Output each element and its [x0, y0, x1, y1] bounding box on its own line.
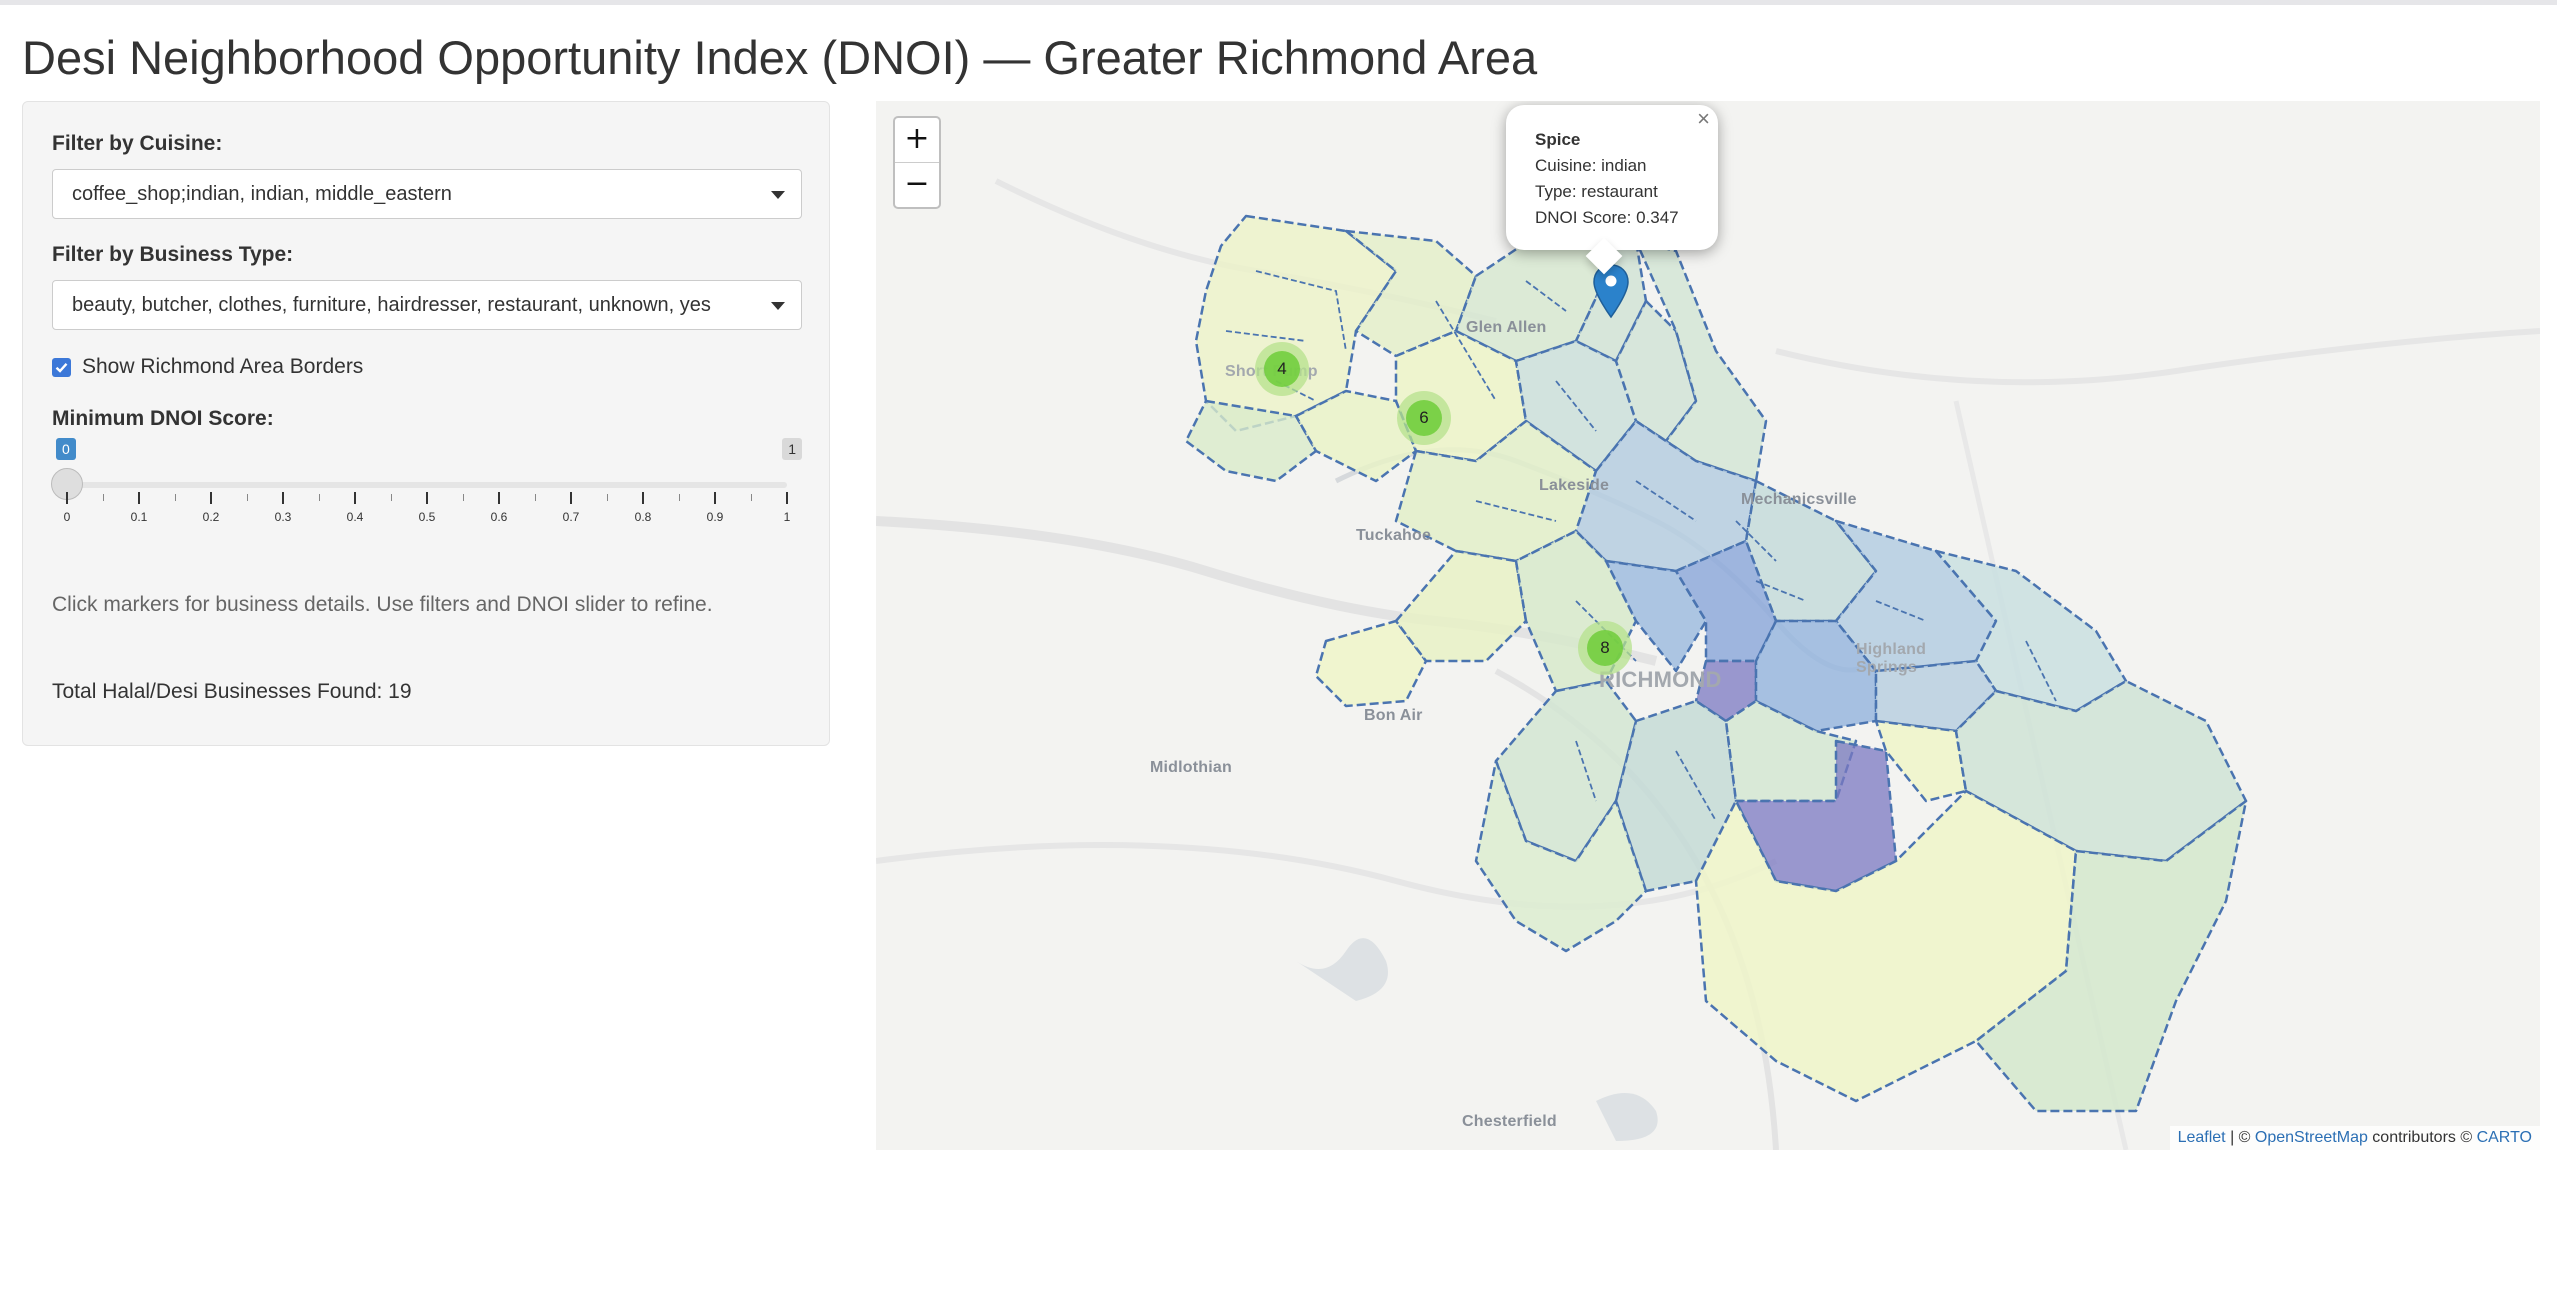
map-view[interactable]: Glen Allen Short Pump Lakeside Mechanics…	[876, 101, 2540, 1150]
slider-minor-tick	[535, 494, 536, 501]
zoom-in-button[interactable]: +	[895, 118, 939, 162]
slider-tick-label: 0.2	[202, 510, 220, 524]
zoom-control: + −	[893, 116, 941, 209]
popup-score: DNOI Score: 0.347	[1535, 208, 1679, 227]
help-text: Click markers for business details. Use …	[52, 593, 713, 616]
total-businesses-text: Total Halal/Desi Businesses Found: 19	[52, 680, 412, 703]
popup-body: Spice Cuisine: indian Type: restaurant D…	[1535, 127, 1718, 231]
cluster-count: 4	[1264, 351, 1300, 387]
slider-tick	[714, 492, 716, 504]
slider-tick	[210, 492, 212, 504]
place-label-mechanicsville: Mechanicsville	[1741, 491, 1857, 508]
cluster-marker[interactable]: 4	[1255, 342, 1309, 396]
slider-minor-tick	[247, 494, 248, 501]
popup-cuisine: Cuisine: indian	[1535, 156, 1647, 175]
top-bar	[0, 0, 2557, 5]
place-label-bon-air: Bon Air	[1364, 707, 1423, 724]
dnoi-slider[interactable]: 0 1 0 0.1 0.2 0.3 0.4 0.5 0.6 0.7 0.8 0.9 1	[51, 438, 802, 528]
slider-tick-label: 0.5	[418, 510, 436, 524]
map-pin-icon	[1593, 264, 1629, 319]
slider-tick-label: 1	[783, 510, 791, 524]
business-map-marker[interactable]	[1592, 263, 1630, 324]
sidebar-panel: Filter by Cuisine: coffee_shop;indian, i…	[22, 101, 830, 746]
check-icon	[55, 362, 68, 373]
place-label-lakeside: Lakeside	[1539, 477, 1610, 494]
slider-minor-tick	[391, 494, 392, 501]
place-label-tuckahoe: Tuckahoe	[1356, 527, 1432, 544]
popup-type: Type: restaurant	[1535, 182, 1658, 201]
slider-minor-tick	[319, 494, 320, 501]
business-type-filter-value: beauty, butcher, clothes, furniture, hai…	[72, 294, 711, 316]
slider-tick	[66, 492, 68, 504]
slider-minor-tick	[463, 494, 464, 501]
page-title: Desi Neighborhood Opportunity Index (DNO…	[22, 31, 1538, 84]
slider-tick-label: 0.3	[274, 510, 292, 524]
popup-business-name: Spice	[1535, 130, 1581, 149]
osm-link[interactable]: OpenStreetMap	[2255, 1129, 2368, 1146]
cuisine-filter-label: Filter by Cuisine:	[52, 132, 223, 155]
slider-track[interactable]	[67, 482, 787, 488]
borders-checkbox-label: Show Richmond Area Borders	[82, 355, 364, 378]
business-type-filter-select[interactable]: beauty, butcher, clothes, furniture, hai…	[52, 280, 802, 330]
slider-minor-tick	[175, 494, 176, 501]
slider-tick-label: 0	[63, 510, 71, 524]
slider-minor-tick	[751, 494, 752, 501]
cluster-count: 6	[1406, 400, 1442, 436]
slider-tick	[354, 492, 356, 504]
chevron-down-icon	[771, 302, 785, 310]
zoom-out-button[interactable]: −	[895, 162, 939, 207]
slider-tick-label: 0.1	[130, 510, 148, 524]
slider-min-badge: 0	[56, 438, 76, 460]
dnoi-slider-label: Minimum DNOI Score:	[52, 407, 274, 430]
map-base-layer	[876, 101, 2540, 1150]
chevron-down-icon	[771, 191, 785, 199]
borders-checkbox[interactable]	[52, 357, 71, 377]
place-label-highland-springs: Highland Springs	[1856, 641, 1927, 676]
slider-tick	[426, 492, 428, 504]
business-popup: × Spice Cuisine: indian Type: restaurant…	[1506, 105, 1718, 275]
leaflet-link[interactable]: Leaflet	[2178, 1129, 2226, 1146]
slider-max-badge: 1	[782, 438, 802, 460]
slider-tick-label: 0.7	[562, 510, 580, 524]
slider-minor-tick	[607, 494, 608, 501]
slider-tick	[282, 492, 284, 504]
slider-tick	[138, 492, 140, 504]
cluster-marker[interactable]: 6	[1397, 391, 1451, 445]
map-attribution: Leaflet | © OpenStreetMap contributors ©…	[2169, 1126, 2540, 1150]
business-type-filter-label: Filter by Business Type:	[52, 243, 294, 266]
slider-tick-label: 0.6	[490, 510, 508, 524]
cuisine-filter-value: coffee_shop;indian, indian, middle_easte…	[72, 183, 452, 205]
slider-tick	[642, 492, 644, 504]
attribution-contributors: contributors ©	[2367, 1129, 2477, 1146]
slider-tick-label: 0.9	[706, 510, 724, 524]
place-label-chesterfield: Chesterfield	[1462, 1113, 1557, 1130]
slider-minor-tick	[679, 494, 680, 501]
cuisine-filter-select[interactable]: coffee_shop;indian, indian, middle_easte…	[52, 169, 802, 219]
slider-minor-tick	[103, 494, 104, 501]
slider-tick	[570, 492, 572, 504]
slider-tick-label: 0.8	[634, 510, 652, 524]
slider-tick	[786, 492, 788, 504]
place-label-midlothian: Midlothian	[1150, 759, 1232, 776]
cluster-count: 8	[1587, 630, 1623, 666]
attribution-separator: | ©	[2225, 1129, 2255, 1146]
cluster-marker[interactable]: 8	[1578, 621, 1632, 675]
place-label-glen-allen: Glen Allen	[1466, 319, 1547, 336]
borders-toggle-row: Show Richmond Area Borders	[52, 354, 363, 380]
slider-tick	[498, 492, 500, 504]
carto-link[interactable]: CARTO	[2477, 1129, 2532, 1146]
slider-tick-label: 0.4	[346, 510, 364, 524]
